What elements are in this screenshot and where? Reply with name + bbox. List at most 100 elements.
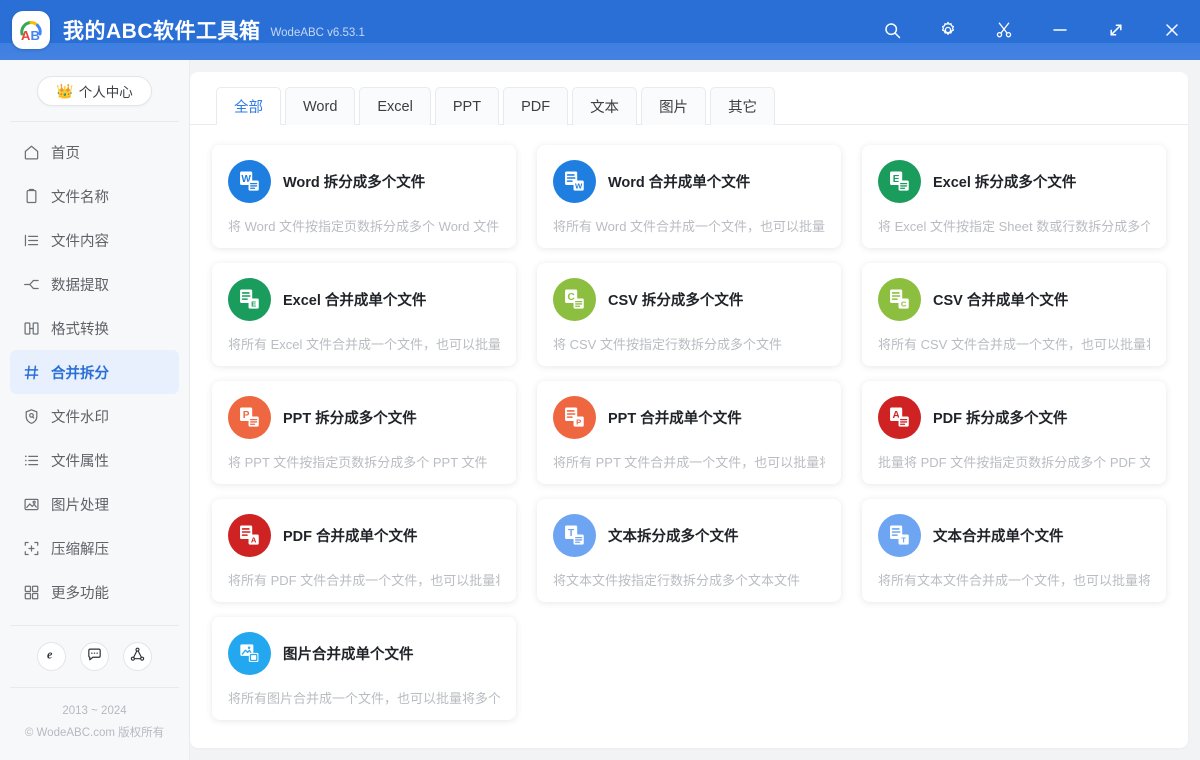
- sidebar-item-image-process[interactable]: 图片处理: [10, 482, 179, 526]
- tool-card[interactable]: CCSV 合并成单个文件将所有 CSV 文件合并成一个文件，也可以批量将多: [862, 263, 1166, 366]
- search-button[interactable]: [864, 0, 920, 60]
- tool-card-head: E Excel 拆分成多个文件: [878, 160, 1150, 203]
- tool-card-head: APDF 合并成单个文件: [228, 514, 500, 557]
- sidebar-item-label: 文件内容: [51, 230, 109, 251]
- tool-desc: 将所有 Word 文件合并成一个文件，也可以批量将多: [553, 216, 825, 235]
- tab-word[interactable]: Word: [285, 87, 355, 125]
- tool-icon: [228, 632, 271, 675]
- sidebar-item-merge-split[interactable]: 合并拆分: [10, 350, 179, 394]
- tool-desc: 将所有文本文件合并成一个文件，也可以批量将多: [878, 570, 1150, 589]
- sidebar-item-label: 格式转换: [51, 318, 109, 339]
- category-tabs: 全部 Word Excel PPT PDF 文本 图片 其它: [190, 72, 1188, 125]
- feedback-button[interactable]: [80, 642, 109, 671]
- sidebar-item-more[interactable]: 更多功能: [10, 570, 179, 614]
- svg-text:A: A: [251, 535, 257, 544]
- tab-label: PPT: [453, 99, 481, 115]
- svg-text:W: W: [575, 181, 583, 190]
- social-links: e: [0, 626, 189, 687]
- tab-ppt[interactable]: PPT: [435, 87, 499, 125]
- vip-button-wrap: 👑 个人中心: [0, 76, 189, 121]
- tool-title: PPT 拆分成多个文件: [283, 407, 417, 428]
- sidebar-item-watermark[interactable]: 文件水印: [10, 394, 179, 438]
- tool-title: Word 拆分成多个文件: [283, 171, 425, 192]
- tool-card[interactable]: PPPT 合并成单个文件将所有 PPT 文件合并成一个文件，也可以批量将多: [537, 381, 841, 484]
- tool-icon: T: [878, 514, 921, 557]
- svg-text:e: e: [47, 648, 53, 662]
- sidebar-item-format-convert[interactable]: 格式转换: [10, 306, 179, 350]
- svg-text:A: A: [21, 28, 31, 43]
- maximize-button[interactable]: [1088, 0, 1144, 60]
- tool-desc: 批量将 PDF 文件按指定页数拆分成多个 PDF 文件: [878, 452, 1150, 471]
- tool-card-head: CCSV 合并成单个文件: [878, 278, 1150, 321]
- tab-all[interactable]: 全部: [216, 87, 281, 125]
- tool-card[interactable]: APDF 拆分成多个文件批量将 PDF 文件按指定页数拆分成多个 PDF 文件: [862, 381, 1166, 484]
- tool-card-head: PPPT 拆分成多个文件: [228, 396, 500, 439]
- tool-card-grid: W Word 拆分成多个文件将 Word 文件按指定页数拆分成多个 Word 文件…: [212, 145, 1166, 720]
- close-button[interactable]: [1144, 0, 1200, 60]
- main-content: 全部 Word Excel PPT PDF 文本 图片 其它 W Word 拆分成…: [190, 60, 1200, 760]
- tool-icon: E: [228, 278, 271, 321]
- tool-desc: 将 Excel 文件按指定 Sheet 数或行数拆分成多个 Exc: [878, 216, 1150, 235]
- share-button[interactable]: [123, 642, 152, 671]
- sidebar-item-home[interactable]: 首页: [10, 130, 179, 174]
- tool-card-head: EExcel 合并成单个文件: [228, 278, 500, 321]
- sidebar-item-file-name[interactable]: 文件名称: [10, 174, 179, 218]
- sidebar-item-file-content[interactable]: 文件内容: [10, 218, 179, 262]
- title-bar: A B 我的ABC软件工具箱 WodeABC v6.53.1: [0, 0, 1200, 60]
- tool-desc: 将 Word 文件按指定页数拆分成多个 Word 文件: [228, 216, 500, 235]
- extract-icon: [22, 275, 40, 293]
- image-icon: [22, 495, 40, 513]
- tool-card[interactable]: T文本合并成单个文件将所有文本文件合并成一个文件，也可以批量将多: [862, 499, 1166, 602]
- tab-other[interactable]: 其它: [710, 87, 775, 125]
- body-row: 👑 个人中心 首页: [0, 60, 1200, 760]
- tool-card[interactable]: CCSV 拆分成多个文件将 CSV 文件按指定行数拆分成多个文件: [537, 263, 841, 366]
- tool-card[interactable]: 图片合并成单个文件将所有图片合并成一个文件，也可以批量将多个文: [212, 617, 516, 720]
- personal-center-button[interactable]: 👑 个人中心: [37, 76, 151, 106]
- tool-desc: 将所有图片合并成一个文件，也可以批量将多个文: [228, 688, 500, 707]
- sidebar: 👑 个人中心 首页: [0, 60, 190, 760]
- tool-card[interactable]: WWord 拆分成多个文件将 Word 文件按指定页数拆分成多个 Word 文件: [212, 145, 516, 248]
- tool-card[interactable]: T文本拆分成多个文件将文本文件按指定行数拆分成多个文本文件: [537, 499, 841, 602]
- tool-card-head: 图片合并成单个文件: [228, 632, 500, 675]
- sidebar-item-label: 文件属性: [51, 450, 109, 471]
- app-title: 我的ABC软件工具箱: [63, 15, 261, 45]
- tab-label: Excel: [377, 99, 412, 115]
- sidebar-item-properties[interactable]: 文件属性: [10, 438, 179, 482]
- tool-title: CSV 合并成单个文件: [933, 289, 1068, 310]
- chat-icon: [86, 646, 103, 668]
- app-window: A B 我的ABC软件工具箱 WodeABC v6.53.1: [0, 0, 1200, 760]
- sidebar-item-label: 数据提取: [51, 274, 109, 295]
- tool-card-head: WWord 合并成单个文件: [553, 160, 825, 203]
- tool-title: Excel 拆分成多个文件: [933, 171, 1076, 192]
- tool-icon: T: [553, 514, 596, 557]
- settings-button[interactable]: [920, 0, 976, 60]
- sidebar-item-label: 图片处理: [51, 494, 109, 515]
- tab-excel[interactable]: Excel: [359, 87, 430, 125]
- file-text-icon: [22, 231, 40, 249]
- minimize-button[interactable]: [1032, 0, 1088, 60]
- tab-text[interactable]: 文本: [572, 87, 637, 125]
- svg-text:P: P: [576, 417, 581, 426]
- tool-card-scroll-area[interactable]: W Word 拆分成多个文件将 Word 文件按指定页数拆分成多个 Word 文件…: [190, 125, 1188, 748]
- sidebar-item-compress[interactable]: 压缩解压: [10, 526, 179, 570]
- sidebar-bottom: e: [0, 625, 189, 760]
- browser-button[interactable]: e: [37, 642, 66, 671]
- svg-text:E: E: [251, 299, 256, 308]
- properties-icon: [22, 451, 40, 469]
- tool-card[interactable]: EExcel 合并成单个文件将所有 Excel 文件合并成一个文件，也可以批量将…: [212, 263, 516, 366]
- screenshot-button[interactable]: [976, 0, 1032, 60]
- tool-card[interactable]: PPPT 拆分成多个文件将 PPT 文件按指定页数拆分成多个 PPT 文件: [212, 381, 516, 484]
- tool-card[interactable]: APDF 合并成单个文件将所有 PDF 文件合并成一个文件，也可以批量将多: [212, 499, 516, 602]
- tool-icon: E: [878, 160, 921, 203]
- tool-card[interactable]: E Excel 拆分成多个文件将 Excel 文件按指定 Sheet 数或行数拆分…: [862, 145, 1166, 248]
- tab-pdf[interactable]: PDF: [503, 87, 568, 125]
- tab-image[interactable]: 图片: [641, 87, 706, 125]
- tool-desc: 将所有 CSV 文件合并成一个文件，也可以批量将多: [878, 334, 1150, 353]
- gear-icon: [939, 21, 957, 39]
- tool-card-head: T文本合并成单个文件: [878, 514, 1150, 557]
- tool-card[interactable]: WWord 合并成单个文件将所有 Word 文件合并成一个文件，也可以批量将多: [537, 145, 841, 248]
- tool-title: CSV 拆分成多个文件: [608, 289, 743, 310]
- svg-text:T: T: [901, 535, 906, 544]
- sidebar-item-data-extract[interactable]: 数据提取: [10, 262, 179, 306]
- home-icon: [22, 143, 40, 161]
